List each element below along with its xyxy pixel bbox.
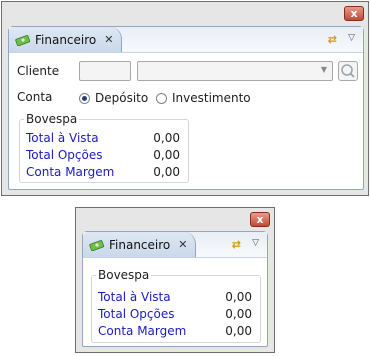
money-icon [15,34,31,46]
window-close-button[interactable]: x [344,6,364,21]
radio-investimento-label: Investimento [172,91,251,105]
radio-investimento[interactable]: Investimento [156,91,251,105]
radio-investimento-dot[interactable] [156,92,167,104]
view-tabbar: Financeiro ✕ ⇄ ▽ [83,232,267,258]
link-icon[interactable]: ⇄ [232,238,241,251]
table-row: Conta Margem 0,00 [20,165,188,181]
money-icon [89,239,105,251]
table-row: Total à Vista 0,00 [92,290,260,306]
tab-close-icon[interactable]: ✕ [104,33,113,46]
view-menu-icon[interactable]: ▽ [348,33,355,43]
cliente-code-field[interactable] [79,61,131,81]
link-icon[interactable]: ⇄ [328,33,337,46]
conta-margem-label: Conta Margem [26,165,115,179]
table-row: Total à Vista 0,00 [20,131,188,147]
financeiro-view: Financeiro ✕ ⇄ ▽ Cliente ▼ Conta Depósit… [8,26,364,190]
search-icon [341,64,355,78]
total-a-vista-label: Total à Vista [26,131,99,145]
table-row: Total Opções 0,00 [92,307,260,323]
cliente-label: Cliente [17,64,60,78]
tab-close-icon[interactable]: ✕ [178,238,187,251]
view-tabbar: Financeiro ✕ ⇄ ▽ [9,27,363,53]
radio-deposito[interactable]: Depósito [79,91,148,105]
cliente-name-combo[interactable]: ▼ [137,61,333,81]
tab-title: Financeiro [35,32,97,47]
total-a-vista-label: Total à Vista [98,290,171,304]
total-a-vista-value: 0,00 [225,290,252,304]
total-opcoes-label: Total Opções [26,148,103,162]
total-opcoes-value: 0,00 [225,307,252,321]
bovespa-group: Bovespa Total à Vista 0,00 Total Opções … [91,268,261,343]
conta-label: Conta [17,90,53,104]
financeiro-window-large: x Financeiro ✕ ⇄ ▽ Cliente ▼ Conta Depós… [1,1,369,196]
financeiro-window-small: x Financeiro ✕ ⇄ ▽ Bovespa Total à Vista… [75,207,275,353]
conta-margem-value: 0,00 [225,324,252,338]
window-titlebar[interactable]: x [76,208,274,230]
table-row: Conta Margem 0,00 [92,324,260,340]
table-row: Total Opções 0,00 [20,148,188,164]
view-content: Bovespa Total à Vista 0,00 Total Opções … [83,258,267,346]
financeiro-view: Financeiro ✕ ⇄ ▽ Bovespa Total à Vista 0… [82,231,268,347]
window-titlebar[interactable]: x [2,2,368,24]
total-opcoes-label: Total Opções [98,307,175,321]
radio-deposito-label: Depósito [95,91,149,105]
chevron-down-icon: ▼ [320,65,327,74]
view-menu-icon[interactable]: ▽ [252,238,259,248]
tab-financeiro[interactable]: Financeiro ✕ [83,232,197,257]
search-button[interactable] [338,61,358,81]
tab-title: Financeiro [109,237,171,252]
conta-margem-label: Conta Margem [98,324,187,338]
conta-margem-value: 0,00 [153,165,180,179]
bovespa-group: Bovespa Total à Vista 0,00 Total Opções … [19,112,189,183]
total-opcoes-value: 0,00 [153,148,180,162]
radio-deposito-dot[interactable] [79,92,90,104]
tab-financeiro[interactable]: Financeiro ✕ [9,27,123,52]
view-content: Cliente ▼ Conta Depósito Investimento Bo… [9,53,363,189]
total-a-vista-value: 0,00 [153,131,180,145]
bovespa-group-title: Bovespa [24,112,80,126]
window-close-button[interactable]: x [250,212,270,227]
bovespa-group-title: Bovespa [96,268,152,282]
